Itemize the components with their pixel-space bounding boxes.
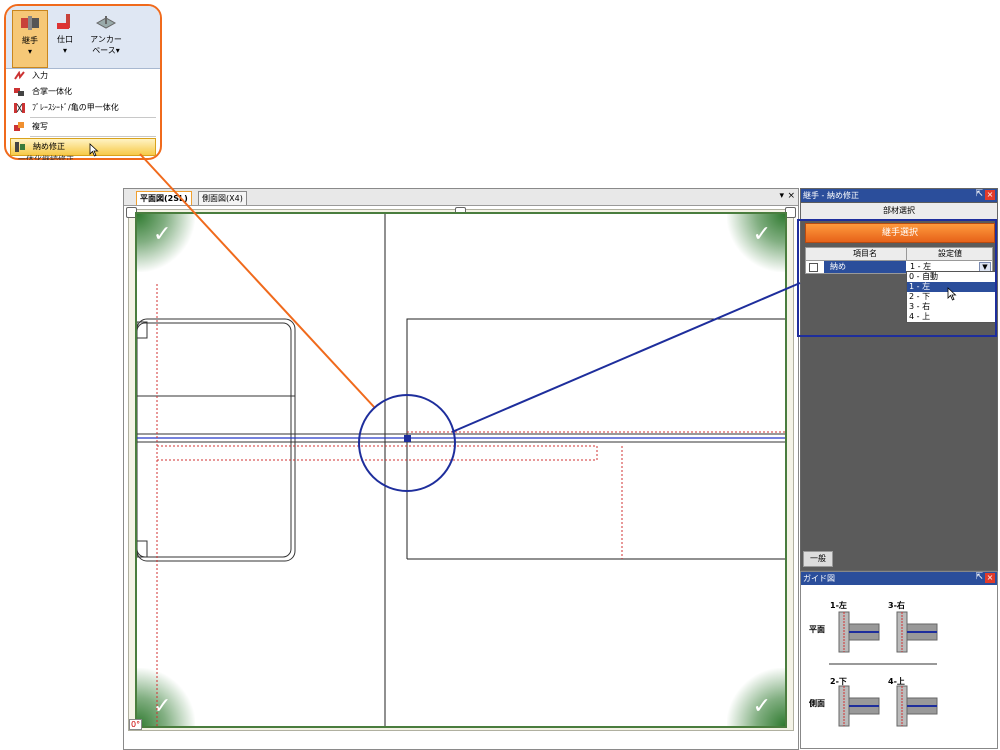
guide-diagram-right xyxy=(896,611,938,653)
menu-item-cutoff: 一体化継続修正 xyxy=(18,155,74,160)
joint-button-label: 継手 xyxy=(22,36,38,45)
drawing-area[interactable]: ✓ ✓ ✓ ✓ xyxy=(135,212,787,728)
ribbon-callout: 継手 ▾ 仕口 ▾ アンカー ベース▾ 入力 合掌一体化 ﾌﾞﾚｰｽｼｰﾄﾞ/亀… xyxy=(4,4,162,160)
input-icon xyxy=(14,71,25,80)
structural-drawing xyxy=(137,214,785,726)
joint-dropdown-menu: 入力 合掌一体化 ﾌﾞﾚｰｽｼｰﾄﾞ/亀の甲一体化 複写 納め修正 xyxy=(10,68,156,157)
menu-separator xyxy=(30,136,156,137)
section-header: 部材選択 xyxy=(801,203,997,219)
menu-item-brace-merge[interactable]: ﾌﾞﾚｰｽｼｰﾄﾞ/亀の甲一体化 xyxy=(10,100,156,116)
tab-close-icon[interactable]: × xyxy=(787,191,795,201)
pin-icon[interactable]: ⇱ xyxy=(975,189,983,199)
resize-handle[interactable] xyxy=(785,207,796,218)
blue-callout-box xyxy=(797,219,997,337)
drawing-canvas[interactable]: ✓ ✓ ✓ ✓ 0° xyxy=(126,207,796,731)
close-icon[interactable]: × xyxy=(985,190,995,200)
menu-separator xyxy=(30,117,156,118)
menu-item-copy[interactable]: 複写 xyxy=(10,119,156,135)
cad-window: 平面図(2SL) 側面図(X4) ▾ × ✓ ✓ ✓ ✓ 0° xyxy=(123,188,799,750)
guide-diagrams xyxy=(829,611,938,727)
anchor-base-icon xyxy=(95,16,117,29)
joint-button[interactable]: 継手 ▾ xyxy=(12,10,48,68)
tab-menu-icon[interactable]: ▾ xyxy=(779,191,784,201)
tab-general[interactable]: 一般 xyxy=(803,551,833,567)
copy-icon xyxy=(14,122,24,131)
tab-plan-view[interactable]: 平面図(2SL) xyxy=(136,191,192,205)
menu-item-gassho-merge[interactable]: 合掌一体化 xyxy=(10,84,156,100)
resize-handle[interactable] xyxy=(126,207,137,218)
view-tabbar: 平面図(2SL) 側面図(X4) ▾ × xyxy=(124,189,798,206)
guide-diagram-left xyxy=(838,611,880,653)
connection-button[interactable]: 仕口 ▾ xyxy=(48,10,82,66)
tab-side-view[interactable]: 側面図(X4) xyxy=(198,191,247,205)
menu-item-input[interactable]: 入力 xyxy=(10,68,156,84)
brace-merge-icon xyxy=(14,103,25,113)
anchor-base-button[interactable]: アンカー ベース▾ xyxy=(86,10,126,66)
mouse-cursor-icon xyxy=(89,143,99,157)
connection-icon xyxy=(57,14,70,29)
connection-button-label: 仕口 xyxy=(57,35,73,44)
guide-panel: ガイド図 ⇱ × 1-左 3-右 平面 2-下 4-上 側面 xyxy=(800,571,998,749)
anchor-base-label: アンカー xyxy=(90,35,122,44)
joint-icon xyxy=(21,16,39,30)
joint-marker[interactable] xyxy=(404,435,411,442)
guide-diagram-down xyxy=(838,685,880,727)
gassho-merge-icon xyxy=(14,88,24,96)
panel-title: 継手 - 納め修正 xyxy=(801,189,997,202)
guide-diagram-up xyxy=(896,685,938,727)
angle-indicator: 0° xyxy=(129,719,143,730)
fit-adjust-icon xyxy=(15,142,25,152)
